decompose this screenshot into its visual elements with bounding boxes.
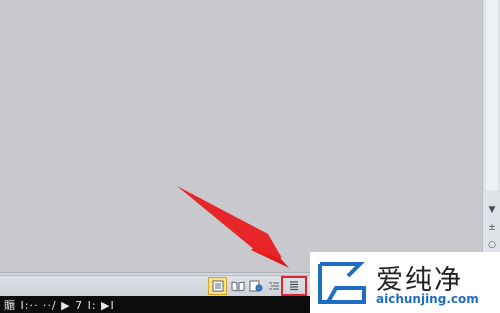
watermark-logo-icon (318, 262, 366, 304)
site-watermark: 爱纯净 aichunjing.com (310, 252, 500, 313)
watermark-url: aichunjing.com (376, 292, 479, 306)
taskbar-text: 䞅 Ⅰ:·· ··/ ▶ 7 Ⅰ: ▶Ⅰ (4, 299, 115, 312)
